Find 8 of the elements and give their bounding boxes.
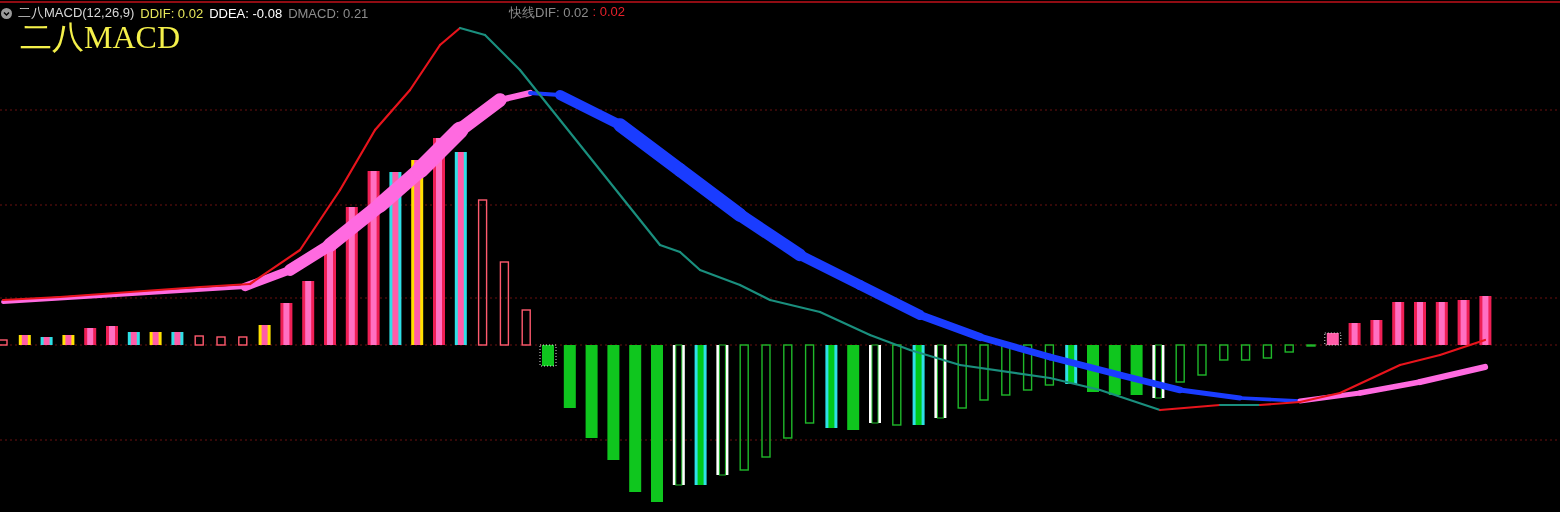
- indicator-name: 二八MACD(12,26,9): [18, 4, 135, 22]
- legend-value: DMACD: 0.21: [288, 5, 369, 21]
- collapse-icon[interactable]: [1, 7, 12, 19]
- fast-line-value: : 0.02: [592, 4, 625, 21]
- indicator-title: 二八MACD: [20, 21, 180, 53]
- fast-line-value: 快线DIF: 0.02: [509, 4, 589, 22]
- legend-value: DDEA: -0.08: [209, 5, 283, 21]
- legend-value: DDIF: 0.02: [140, 5, 204, 21]
